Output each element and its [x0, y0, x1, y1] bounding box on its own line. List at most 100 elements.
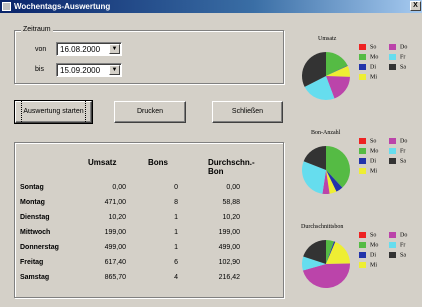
legend-label: So	[370, 232, 377, 239]
close-button[interactable]: X	[410, 1, 421, 11]
table-cell-avg: 58,88	[222, 199, 240, 206]
legend-swatch	[359, 242, 366, 248]
legend-swatch	[359, 54, 366, 60]
table-cell-bons: 4	[174, 274, 178, 281]
legend-swatch	[389, 64, 396, 70]
table-cell-umsatz: 0,00	[112, 184, 126, 191]
table-row: Dienstag 10,20 1 10,20	[14, 210, 264, 225]
table-cell-bons: 6	[174, 259, 178, 266]
legend-item-di: Di	[359, 64, 376, 70]
legend-item-so: So	[359, 232, 376, 238]
legend-swatch	[359, 64, 366, 70]
legend-swatch	[389, 44, 396, 50]
table-cell-bons: 0	[174, 184, 178, 191]
legend-item-do: Do	[389, 44, 407, 50]
legend-swatch	[389, 232, 396, 238]
legend-label: So	[370, 44, 377, 51]
legend-label: Mo	[370, 54, 379, 61]
legend-label: So	[370, 138, 377, 145]
window-title: Wochentags-Auswertung	[14, 2, 111, 11]
table-row: Montag 471,00 8 58,88	[14, 195, 264, 210]
legend-label: Do	[400, 232, 408, 239]
legend-item-fr: Fr	[389, 54, 405, 60]
table-header-durchschn-bon: Durchschn.-Bon	[208, 158, 255, 176]
table-cell-avg: 216,42	[218, 274, 240, 281]
legend-label: Sa	[400, 64, 406, 71]
legend-swatch	[359, 44, 366, 50]
legend-item-do: Do	[389, 138, 407, 144]
table-header-day	[14, 158, 88, 180]
legend-label: Sa	[400, 158, 406, 165]
legend-swatch	[359, 138, 366, 144]
legend-label: Mo	[370, 242, 379, 249]
table-row: Sontag 0,00 0 0,00	[14, 180, 264, 195]
legend-item-mi: Mi	[359, 168, 377, 174]
von-date-value: 16.08.2000	[60, 45, 101, 54]
pie-chart	[302, 52, 350, 100]
legend-item-so: So	[359, 44, 376, 50]
legend-swatch	[389, 148, 396, 154]
legend-swatch	[359, 168, 366, 174]
table-cell-umsatz: 10,20	[108, 214, 126, 221]
bis-date-combo[interactable]: 15.09.2000 ▼	[56, 63, 122, 77]
zeitraum-group: Zeitraum von 16.08.2000 ▼ bis 15.09.2000…	[14, 26, 284, 84]
table-row: Mittwoch 199,00 1 199,00	[14, 225, 264, 240]
table-cell-avg: 102,90	[218, 259, 240, 266]
legend-item-do: Do	[389, 232, 407, 238]
schliessen-button[interactable]: Schließen	[212, 101, 283, 123]
legend-label: Mi	[370, 262, 378, 269]
chart-title: Umsatz	[318, 36, 337, 42]
legend-swatch	[389, 242, 396, 248]
legend-item-mi: Mi	[359, 262, 377, 268]
table-cell-avg: 0,00	[226, 184, 240, 191]
bis-date-value: 15.09.2000	[60, 66, 101, 75]
stats-table: Umsatz Bons Durchschn.-Bon Sontag 0,00 0 0,…	[14, 158, 264, 285]
von-date-combo[interactable]: 16.08.2000 ▼	[56, 42, 122, 56]
legend-item-sa: Sa	[389, 158, 406, 164]
table-header-bons: Bons	[148, 158, 168, 167]
legend-label: Fr	[400, 242, 406, 249]
legend-label: Do	[400, 44, 408, 51]
legend-swatch	[389, 54, 396, 60]
table-cell-umsatz: 865,70	[104, 274, 126, 281]
von-label: von	[35, 46, 47, 53]
legend-label: Mi	[370, 74, 378, 81]
table-header-row: Umsatz Bons Durchschn.-Bon	[14, 158, 264, 180]
legend-item-mi: Mi	[359, 74, 377, 80]
legend-swatch	[359, 262, 366, 268]
table-row: Samstag 865,70 4 216,42	[14, 270, 264, 285]
legend-item-mo: Mo	[359, 148, 378, 154]
table-cell-day: Dienstag	[20, 214, 50, 221]
legend-swatch	[359, 232, 366, 238]
legend-label: Di	[370, 158, 376, 165]
table-cell-avg: 10,20	[222, 214, 240, 221]
legend-swatch	[359, 148, 366, 154]
legend-label: Fr	[400, 148, 406, 155]
table-header-umsatz: Umsatz	[88, 158, 117, 167]
table-cell-bons: 1	[174, 244, 178, 251]
legend-swatch	[359, 158, 366, 164]
legend-label: Di	[370, 252, 376, 259]
auswertung-starten-button[interactable]: Auswertung starten	[14, 100, 93, 124]
drucken-button[interactable]: Drucken	[114, 101, 186, 123]
table-cell-day: Samstag	[20, 274, 50, 281]
table-row: Freitag 617,40 6 102,90	[14, 255, 264, 270]
app-icon	[2, 2, 11, 11]
legend-item-sa: Sa	[389, 64, 406, 70]
table-cell-day: Mittwoch	[20, 229, 51, 236]
legend-item-di: Di	[359, 158, 376, 164]
legend-label: Sa	[400, 252, 406, 259]
table-cell-umsatz: 199,00	[104, 229, 126, 236]
legend-swatch	[359, 74, 366, 80]
pie-chart	[302, 240, 350, 288]
table-cell-day: Sontag	[20, 184, 44, 191]
legend-label: Do	[400, 138, 408, 145]
table-cell-bons: 8	[174, 199, 178, 206]
table-cell-umsatz: 471,00	[104, 199, 126, 206]
chevron-down-icon[interactable]: ▼	[109, 44, 120, 54]
legend-item-fr: Fr	[389, 148, 405, 154]
chevron-down-icon[interactable]: ▼	[109, 65, 120, 75]
legend-swatch	[389, 138, 396, 144]
zeitraum-legend: Zeitraum	[21, 26, 53, 33]
legend-swatch	[359, 252, 366, 258]
